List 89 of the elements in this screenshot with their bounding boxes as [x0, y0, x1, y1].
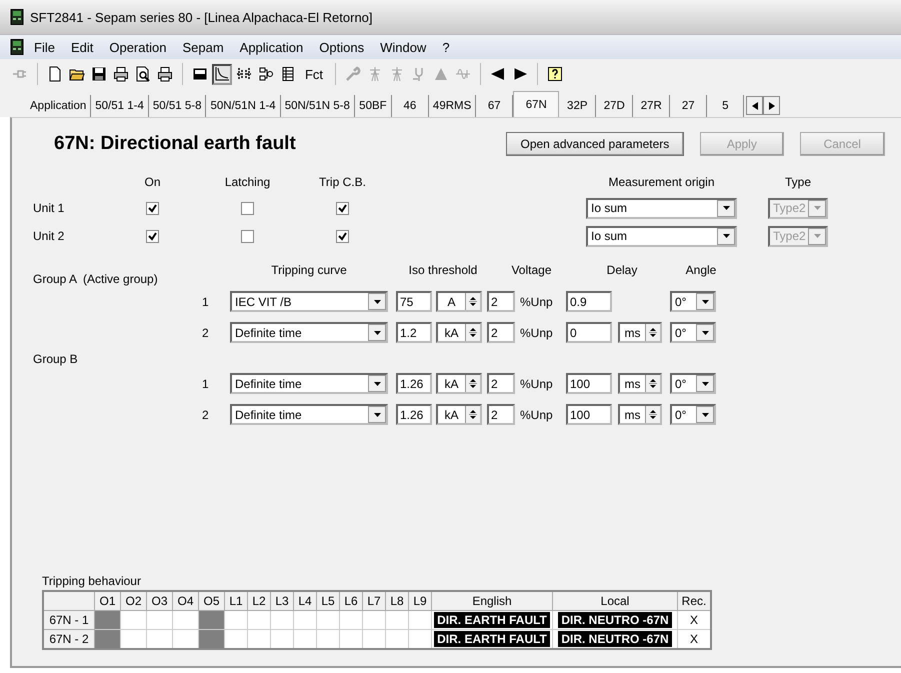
menu-item[interactable]: ?	[436, 38, 456, 56]
input-field[interactable]: 1.26	[396, 404, 432, 425]
unit-spinner[interactable]: kA	[436, 322, 482, 343]
column-header: O2	[120, 591, 146, 610]
dropdown[interactable]: Io sum	[586, 226, 737, 246]
input-field[interactable]: 2	[487, 404, 515, 425]
input-field[interactable]: 2	[487, 291, 515, 312]
column-header: L7	[362, 591, 386, 610]
column-header: L1	[224, 591, 248, 610]
row-label: 67N - 1	[43, 610, 94, 630]
input-field[interactable]: 100	[566, 373, 612, 394]
dropdown[interactable]: 0°	[670, 404, 716, 425]
column-header: Type	[784, 175, 812, 189]
unit-spinner[interactable]: ms	[618, 373, 662, 394]
column-header: Local	[552, 591, 678, 610]
menu-item[interactable]: Options	[313, 38, 370, 56]
function-button[interactable]: Fct	[300, 63, 328, 85]
input-field[interactable]: 0.9	[566, 291, 612, 312]
dropdown[interactable]: Definite time	[230, 373, 388, 394]
window-title: SFT2841 - Sepam series 80 - [Linea Alpachaca-El Retorno]	[30, 10, 373, 24]
column-header: O4	[172, 591, 198, 610]
row-number: 2	[201, 326, 210, 340]
section-heading: 67N: Directional earth fault	[54, 133, 297, 155]
dropdown[interactable]: 0°	[670, 373, 716, 394]
input-field[interactable]: 2	[487, 322, 515, 343]
unit-spinner[interactable]: kA	[436, 373, 482, 394]
column-header: L2	[248, 591, 270, 610]
column-header: Trip C.B.	[319, 175, 366, 189]
message-label: DIR. NEUTRO -67N	[558, 631, 672, 647]
unit-label: %Unp	[520, 294, 554, 308]
message-label: DIR. NEUTRO -67N	[558, 612, 672, 628]
row-number: 2	[201, 408, 210, 422]
dropdown[interactable]: Io sum	[586, 198, 737, 218]
dropdown[interactable]: 0°	[670, 322, 716, 343]
column-header: O1	[94, 591, 120, 610]
input-field[interactable]: 75	[396, 291, 432, 312]
button[interactable]: Open advanced parameters	[506, 132, 684, 156]
column-header: English	[432, 591, 552, 610]
column-header: Angle	[686, 263, 716, 277]
column-header: L5	[316, 591, 340, 610]
dropdown[interactable]: Definite time	[230, 404, 388, 425]
unit-spinner[interactable]: ms	[618, 404, 662, 425]
menu-item[interactable]: Window	[374, 38, 432, 56]
column-header: Latching	[224, 175, 270, 189]
column-header: Measurement origin	[607, 175, 716, 189]
row-number: 1	[201, 294, 210, 308]
row-label: Unit 1	[33, 201, 66, 215]
column-header: L8	[386, 591, 408, 610]
unit-label: %Unp	[520, 376, 554, 390]
menu-item[interactable]: Sepam	[176, 38, 230, 56]
tab[interactable]: 67N	[513, 91, 560, 117]
column-header: Delay	[606, 263, 638, 277]
column-header: L6	[340, 591, 362, 610]
column-header: O3	[146, 591, 172, 610]
input-field[interactable]: 0	[566, 322, 612, 343]
input-field[interactable]: 1.26	[396, 373, 432, 394]
column-header: Rec.	[678, 591, 711, 610]
column-header: L9	[408, 591, 432, 610]
message-label: DIR. EARTH FAULT	[434, 631, 550, 647]
section-label: Tripping behaviour	[42, 574, 142, 588]
row-label: 67N - 2	[43, 630, 94, 649]
dropdown[interactable]: 0°	[670, 291, 716, 312]
tab[interactable]: 50N/51N 5-8	[280, 95, 355, 117]
unit-label: %Unp	[520, 408, 554, 422]
group-label: Group A (Active group)	[33, 272, 158, 286]
column-header: Iso threshold	[408, 263, 478, 277]
unit-label: %Unp	[520, 326, 554, 340]
menu-item[interactable]: Edit	[64, 38, 100, 56]
column-header: Tripping curve	[271, 263, 347, 277]
dropdown[interactable]: IEC VIT /B	[230, 291, 388, 312]
unit-spinner[interactable]: A	[436, 291, 482, 312]
column-header: L4	[294, 591, 316, 610]
column-header: On	[144, 175, 160, 189]
input-field[interactable]: 2	[487, 373, 515, 394]
menu-item[interactable]: Operation	[103, 38, 172, 56]
input-field[interactable]: 100	[566, 404, 612, 425]
dropdown[interactable]: Definite time	[230, 322, 388, 343]
group-label: Group B	[33, 352, 78, 366]
input-field[interactable]: 1.2	[396, 322, 432, 343]
unit-spinner[interactable]: kA	[436, 404, 482, 425]
column-header: L3	[270, 591, 294, 610]
column-header: O5	[198, 591, 224, 610]
unit-spinner[interactable]: ms	[618, 322, 662, 343]
row-label: Unit 2	[33, 229, 66, 243]
message-label: DIR. EARTH FAULT	[434, 612, 550, 628]
column-header: Voltage	[511, 263, 552, 277]
menu-item[interactable]: File	[28, 38, 61, 56]
row-number: 1	[201, 376, 210, 390]
menu-item[interactable]: Application	[234, 38, 310, 56]
